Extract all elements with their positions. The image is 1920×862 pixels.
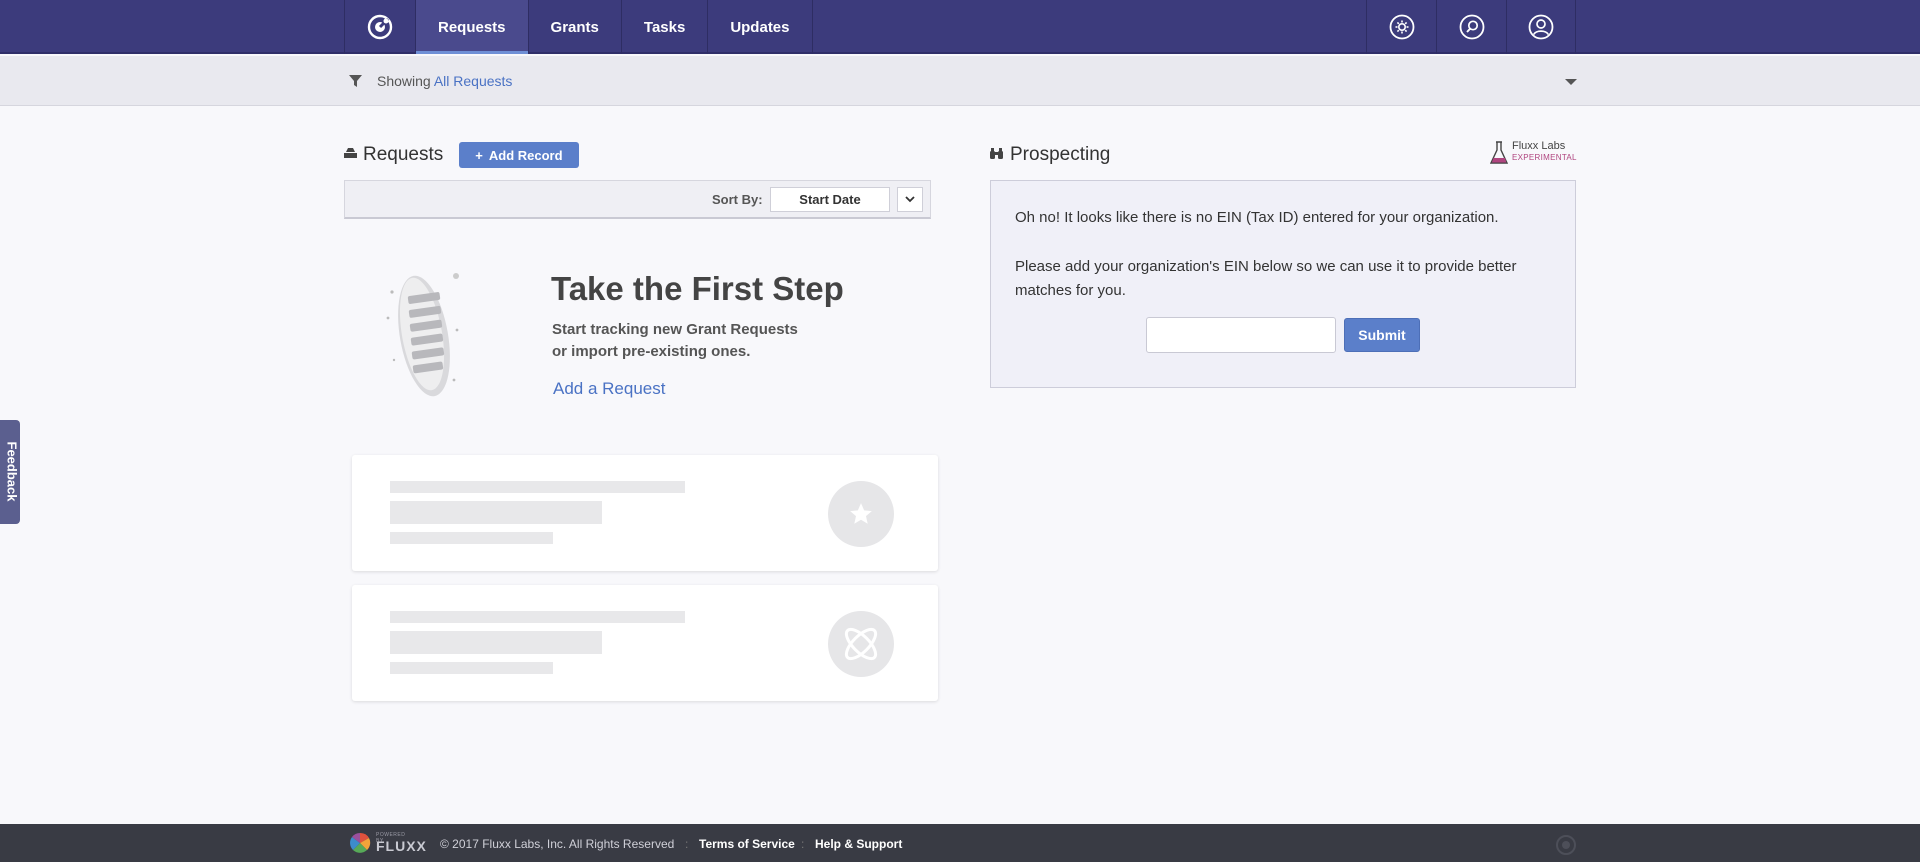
fluxx-wordmark: FLUXX bbox=[376, 838, 427, 854]
placeholder-line bbox=[390, 501, 602, 524]
sort-bar: Sort By: Start Date bbox=[344, 180, 931, 219]
binoculars-icon bbox=[990, 146, 1003, 164]
filter-summary: Showing All Requests bbox=[377, 73, 512, 89]
search-icon[interactable] bbox=[1436, 0, 1506, 54]
ein-input[interactable] bbox=[1146, 317, 1336, 353]
star-icon bbox=[828, 481, 894, 547]
powered-by-fluxx-logo[interactable]: POWERED BY FLUXX bbox=[349, 832, 426, 854]
placeholder-line bbox=[390, 481, 685, 493]
flask-icon bbox=[1489, 141, 1509, 170]
chevron-down-icon[interactable] bbox=[1565, 79, 1577, 85]
fluxx-flower-icon bbox=[350, 832, 371, 853]
settings-icon[interactable] bbox=[1366, 0, 1436, 54]
sort-select[interactable]: Start Date bbox=[770, 187, 890, 212]
help-support-link[interactable]: Help & Support bbox=[815, 837, 902, 851]
filter-prefix: Showing bbox=[377, 73, 431, 89]
empty-state-line-2: or import pre-existing ones. bbox=[552, 343, 751, 360]
atom-icon bbox=[828, 611, 894, 677]
placeholder-line bbox=[390, 532, 553, 544]
filter-bar: Showing All Requests bbox=[0, 56, 1920, 106]
filter-icon bbox=[349, 74, 362, 92]
feedback-tab[interactable]: Feedback bbox=[0, 420, 20, 524]
sort-direction-toggle[interactable] bbox=[897, 187, 923, 212]
add-record-button[interactable]: + Add Record bbox=[459, 142, 579, 168]
plus-icon: + bbox=[475, 147, 483, 163]
requests-header: Requests + Add Record bbox=[344, 142, 579, 168]
prospecting-header: Prospecting bbox=[990, 144, 1110, 166]
filter-value-link[interactable]: All Requests bbox=[434, 73, 513, 89]
empty-state-description: Start tracking new Grant Requests or imp… bbox=[552, 319, 798, 363]
add-ein-instructions: Please add your organization's EIN below… bbox=[1015, 258, 1517, 299]
chevron-down-icon bbox=[905, 196, 915, 203]
terms-of-service-link[interactable]: Terms of Service bbox=[699, 837, 795, 851]
labs-text: Fluxx Labs EXPERIMENTAL bbox=[1512, 141, 1577, 163]
footer: POWERED BY FLUXX © 2017 Fluxx Labs, Inc.… bbox=[0, 824, 1920, 862]
placeholder-line bbox=[390, 662, 553, 674]
placeholder-line bbox=[390, 631, 602, 654]
top-navigation-inner: Requests Grants Tasks Updates bbox=[344, 0, 1576, 54]
tab-requests[interactable]: Requests bbox=[416, 0, 529, 54]
fluxx-labs-badge: Fluxx Labs EXPERIMENTAL bbox=[1489, 141, 1577, 170]
placeholder-card bbox=[352, 455, 938, 571]
requests-title: Requests bbox=[363, 144, 444, 165]
tab-tasks[interactable]: Tasks bbox=[622, 0, 709, 54]
add-record-label: Add Record bbox=[488, 147, 563, 163]
fluxx-logo-icon[interactable] bbox=[344, 0, 416, 54]
missing-ein-message: Oh no! It looks like there is no EIN (Ta… bbox=[1015, 209, 1499, 226]
user-icon[interactable] bbox=[1506, 0, 1576, 54]
tab-updates[interactable]: Updates bbox=[708, 0, 813, 54]
add-request-link[interactable]: Add a Request bbox=[553, 379, 665, 399]
top-navigation: Requests Grants Tasks Updates bbox=[0, 0, 1920, 54]
footprint-illustration-icon bbox=[382, 270, 467, 405]
tab-grants[interactable]: Grants bbox=[529, 0, 622, 54]
feedback-label: Feedback bbox=[4, 441, 20, 502]
footer-separator: : bbox=[801, 837, 805, 851]
empty-state-line-1: Start tracking new Grant Requests bbox=[552, 321, 798, 338]
inbox-icon bbox=[344, 146, 357, 164]
prospecting-panel: Oh no! It looks like there is no EIN (Ta… bbox=[990, 180, 1576, 388]
fluxx-emblem-icon bbox=[1555, 834, 1577, 861]
placeholder-line bbox=[390, 611, 685, 623]
prospecting-title: Prospecting bbox=[1010, 144, 1111, 165]
footer-separator: : bbox=[685, 837, 689, 851]
empty-state-title: Take the First Step bbox=[551, 270, 844, 307]
nav-right-icons bbox=[1366, 0, 1576, 54]
placeholder-card bbox=[352, 585, 938, 701]
sort-label: Sort By: bbox=[712, 192, 763, 207]
submit-button[interactable]: Submit bbox=[1344, 318, 1420, 352]
labs-experimental-tag: EXPERIMENTAL bbox=[1512, 153, 1577, 162]
labs-name: Fluxx Labs bbox=[1512, 140, 1566, 152]
copyright-text: © 2017 Fluxx Labs, Inc. All Rights Reser… bbox=[440, 837, 675, 851]
